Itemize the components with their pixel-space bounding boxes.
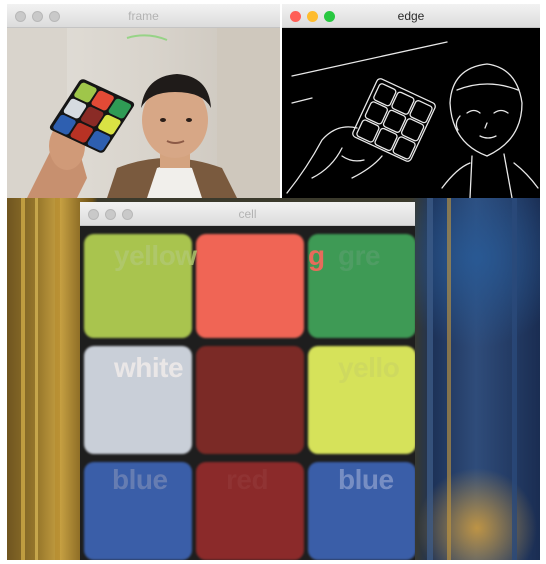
edge-window[interactable]: edge: [282, 4, 540, 198]
cell-window-titlebar[interactable]: cell: [80, 202, 415, 226]
cube-cell: [196, 346, 304, 454]
painting-stripe: [55, 198, 60, 560]
painting-stripe: [35, 198, 38, 560]
cell-label: g: [308, 240, 325, 271]
frame-window-titlebar[interactable]: frame: [7, 4, 280, 28]
frame-window[interactable]: frame: [7, 4, 280, 198]
webcam-frame-image: [7, 28, 280, 198]
edge-detection-image: [286, 41, 539, 198]
cell-label: gre: [338, 240, 381, 271]
cell-window-title: cell: [238, 207, 257, 221]
webcam-frame-view: [7, 28, 280, 198]
cell-label: blue: [338, 464, 394, 495]
frame-window-title: frame: [128, 9, 159, 23]
cell-label: red: [226, 464, 269, 495]
edge-window-titlebar[interactable]: edge: [282, 4, 540, 28]
cube-cell: [196, 234, 304, 338]
cell-window[interactable]: cell yellow g gre white yello blue red b…: [80, 202, 415, 560]
painting-stripe: [447, 198, 451, 560]
painting-stripe: [427, 198, 433, 560]
cell-label: white: [114, 352, 184, 383]
cell-label: yello: [338, 352, 400, 383]
cube-cell-view: yellow g gre white yello blue red blue: [80, 226, 415, 560]
edge-window-title: edge: [397, 9, 425, 23]
cell-label: yellow: [114, 240, 197, 271]
painting-stripe: [21, 198, 25, 560]
edge-detection-view: [282, 28, 540, 198]
cell-label: blue: [112, 464, 168, 495]
painting-stripe: [512, 198, 517, 560]
